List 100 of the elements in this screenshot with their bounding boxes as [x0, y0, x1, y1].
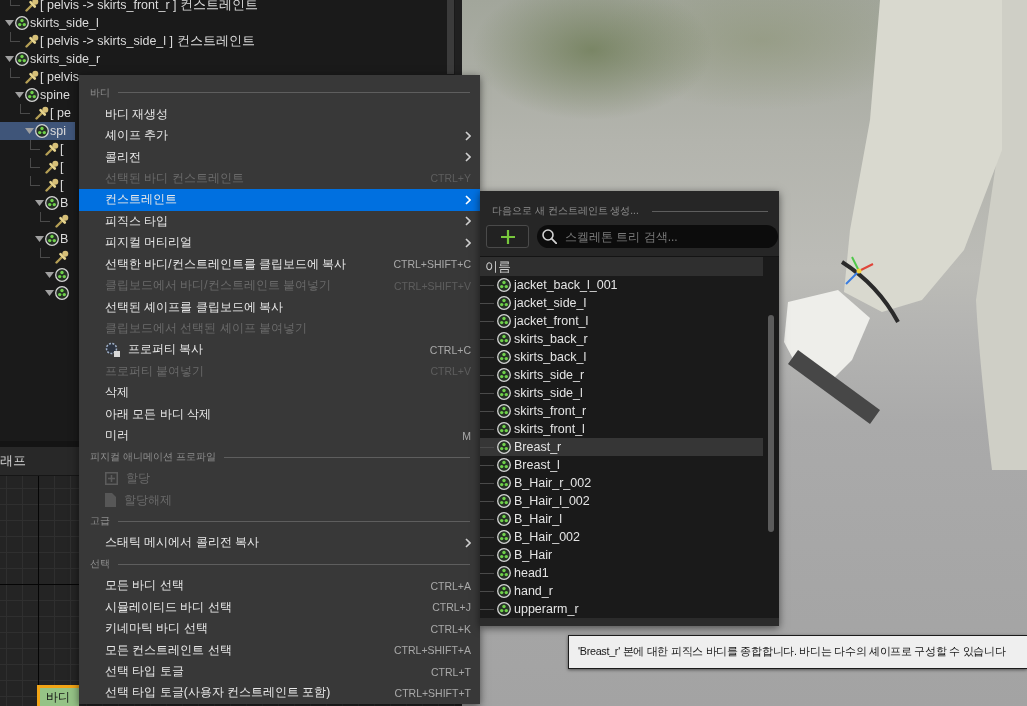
- search-field[interactable]: 스켈레톤 트리 검색...: [537, 225, 778, 248]
- menu-item[interactable]: 선택 타입 토글 CTRL+T: [79, 660, 480, 683]
- bone-list-item[interactable]: Breast_l: [480, 456, 763, 474]
- caret-down-icon[interactable]: [5, 20, 14, 26]
- menu-item[interactable]: 셰이프 추가: [79, 124, 480, 147]
- bone-list-item[interactable]: B_Hair_l: [480, 510, 763, 528]
- ring-dots-icon: [497, 386, 511, 400]
- section-heading: 고급: [90, 514, 110, 529]
- ring-dots-icon: [35, 124, 49, 138]
- menu-item[interactable]: 선택한 바디/컨스트레인트를 클립보드에 복사 CTRL+SHIFT+C: [79, 253, 480, 275]
- tree-row[interactable]: B: [0, 194, 78, 212]
- axis-gizmo-icon[interactable]: [844, 256, 874, 286]
- shortcut-text: CTRL+J: [432, 601, 471, 614]
- menu-item[interactable]: 바디 재생성: [79, 103, 480, 125]
- bone-list-item[interactable]: B_Hair: [480, 546, 763, 564]
- bone-list-item[interactable]: Breast_r: [480, 438, 763, 456]
- section-heading: 피지컬 애니메이션 프로파일: [90, 450, 216, 465]
- ring-dots-icon: [497, 584, 511, 598]
- menu-item[interactable]: 프로퍼티 복사 CTRL+C: [79, 339, 480, 361]
- tree-row[interactable]: spi: [0, 122, 75, 140]
- ring-dots-icon: [497, 278, 511, 292]
- bone-list-item[interactable]: jacket_back_l_001: [480, 276, 763, 294]
- graph-node[interactable]: 바디: [37, 685, 79, 706]
- ring-dots-icon: [497, 530, 511, 544]
- shortcut-text: CTRL+SHIFT+A: [393, 644, 471, 657]
- caret-down-icon[interactable]: [35, 236, 44, 242]
- pin-icon: [45, 160, 59, 174]
- tree-row[interactable]: [ pelvis -> skirts_front_r ] 컨스트레인트: [0, 0, 267, 14]
- ring-dots-icon: [15, 52, 29, 66]
- tree-row[interactable]: [ pelvis: [0, 68, 88, 86]
- ring-dots-icon: [497, 548, 511, 562]
- menu-item[interactable]: 아래 모든 바디 삭제: [79, 403, 480, 425]
- tree-row[interactable]: [: [0, 140, 73, 158]
- menu-item[interactable]: 미러 M: [79, 425, 480, 447]
- bone-list-item[interactable]: skirts_side_l: [480, 384, 763, 402]
- tooltip: 'Breast_r' 본에 대한 피직스 바디를 종합합니다. 바디는 다수의 셰이프로 구성할 수 있습니다: [568, 635, 1027, 669]
- menu-item[interactable]: 선택 타입 토글(사용자 컨스트레인트 포함) CTRL+SHIFT+T: [79, 682, 480, 704]
- ring-dots-icon: [25, 88, 39, 102]
- bone-list-item[interactable]: jacket_front_l: [480, 312, 763, 330]
- pin-icon: [25, 70, 39, 84]
- pin-icon: [25, 34, 39, 48]
- shortcut-text: CTRL+SHIFT+C: [393, 258, 471, 271]
- bone-list-item[interactable]: B_Hair_r_002: [480, 474, 763, 492]
- tree-row[interactable]: [: [0, 176, 73, 194]
- tree-row[interactable]: B: [0, 230, 78, 248]
- caret-down-icon[interactable]: [45, 272, 54, 278]
- caret-down-icon[interactable]: [5, 56, 14, 62]
- scrollbar-thumb[interactable]: [768, 315, 774, 532]
- shortcut-text: CTRL+C: [429, 343, 471, 356]
- menu-item[interactable]: 삭제: [79, 382, 480, 404]
- menu-item[interactable]: 피지컬 머티리얼: [79, 232, 480, 254]
- bone-list-item[interactable]: hand_r: [480, 582, 763, 600]
- menu-item[interactable]: 선택된 셰이프를 클립보드에 복사: [79, 296, 480, 318]
- bone-list-item[interactable]: B_Hair_002: [480, 528, 763, 546]
- ring-dots-icon: [45, 196, 59, 210]
- menu-item[interactable]: 모든 바디 선택 CTRL+A: [79, 575, 480, 597]
- document-icon: [105, 493, 116, 508]
- tree-row[interactable]: skirts_side_l: [0, 14, 108, 32]
- bone-list-item[interactable]: skirts_front_l: [480, 420, 763, 438]
- dotted-gear-icon: [105, 342, 120, 358]
- shortcut-text: CTRL+K: [430, 622, 471, 635]
- add-button[interactable]: [486, 225, 529, 248]
- ring-dots-icon: [497, 440, 511, 454]
- tree-row[interactable]: [ pelvis -> skirts_side_l ] 컨스트레인트: [0, 32, 264, 50]
- pin-icon: [25, 0, 39, 12]
- shortcut-text: CTRL+A: [430, 579, 471, 592]
- bone-list-item[interactable]: head1: [480, 564, 763, 582]
- plus-square-icon: [105, 472, 118, 486]
- bone-list-item[interactable]: skirts_back_r: [480, 330, 763, 348]
- ring-dots-icon: [497, 404, 511, 418]
- tree-row[interactable]: [ pe: [0, 104, 80, 122]
- menu-item[interactable]: 컨스트레인트: [79, 189, 480, 211]
- ring-dots-icon: [497, 314, 511, 328]
- bone-list-item[interactable]: jacket_side_l: [480, 294, 763, 312]
- menu-item[interactable]: 키네마틱 바디 선택 CTRL+K: [79, 617, 480, 640]
- caret-down-icon[interactable]: [35, 200, 44, 206]
- menu-item[interactable]: 모든 컨스트레인트 선택 CTRL+SHIFT+A: [79, 639, 480, 661]
- bone-list-item[interactable]: skirts_front_r: [480, 402, 763, 420]
- tree-row[interactable]: [: [0, 158, 73, 176]
- scrollbar-thumb[interactable]: [447, 0, 454, 74]
- ring-dots-icon: [497, 368, 511, 382]
- bone-list-item[interactable]: upperarm_r: [480, 600, 763, 618]
- section-heading: 바디: [90, 85, 110, 100]
- tree-row[interactable]: skirts_side_r: [0, 50, 110, 68]
- caret-down-icon[interactable]: [25, 128, 34, 134]
- plus-icon: [500, 229, 515, 244]
- bone-list-item[interactable]: skirts_side_r: [480, 366, 763, 384]
- panel-tab[interactable]: 래프: [0, 452, 26, 470]
- caret-down-icon[interactable]: [45, 290, 54, 296]
- pin-icon: [35, 106, 49, 120]
- caret-down-icon[interactable]: [15, 92, 24, 98]
- menu-item[interactable]: 콜리전: [79, 146, 480, 168]
- tree-row[interactable]: spine: [0, 86, 79, 104]
- bone-list-item[interactable]: skirts_back_l: [480, 348, 763, 366]
- shortcut-text: M: [462, 429, 471, 442]
- menu-item[interactable]: 스태틱 메시에서 콜리전 복사: [79, 532, 480, 554]
- bone-list-item[interactable]: B_Hair_l_002: [480, 492, 763, 510]
- menu-item[interactable]: 시뮬레이티드 바디 선택 CTRL+J: [79, 596, 480, 618]
- column-header: 이름: [480, 257, 763, 276]
- menu-item[interactable]: 피직스 타입: [79, 210, 480, 233]
